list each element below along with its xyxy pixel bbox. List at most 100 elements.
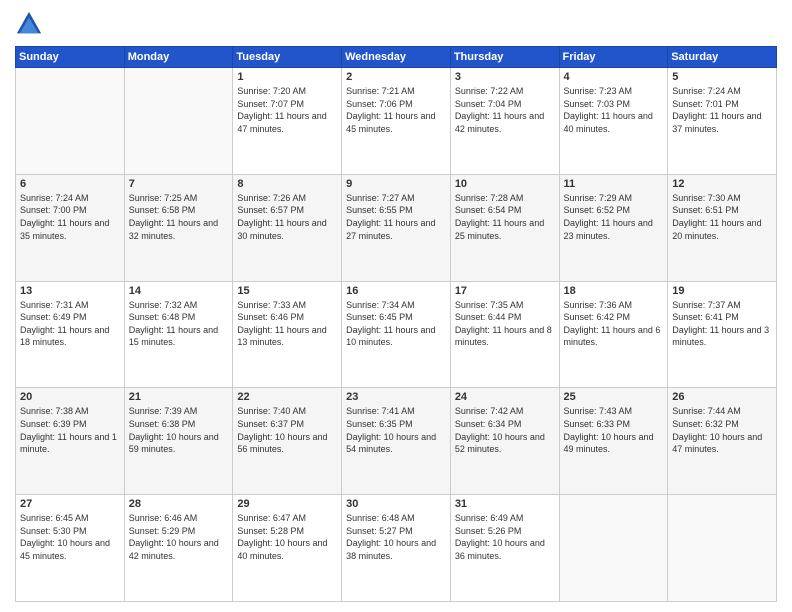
day-number: 6	[20, 178, 120, 190]
calendar-cell: 8Sunrise: 7:26 AM Sunset: 6:57 PM Daylig…	[233, 174, 342, 281]
day-number: 27	[20, 498, 120, 510]
day-info: Sunrise: 6:48 AM Sunset: 5:27 PM Dayligh…	[346, 512, 446, 562]
day-number: 1	[237, 71, 337, 83]
calendar-header-friday: Friday	[559, 47, 668, 68]
day-number: 14	[129, 285, 229, 297]
day-number: 25	[564, 391, 664, 403]
calendar-cell: 9 Sunrise: 7:27 AM Sunset: 6:55 PM Daylig…	[342, 174, 451, 281]
calendar-cell: 19 Sunrise: 7:37 AM Sunset: 6:41 PM Dayli…	[668, 281, 777, 388]
calendar-cell: 21Sunrise: 7:39 AM Sunset: 6:38 PM Dayli…	[124, 388, 233, 495]
calendar-week-3: 20 Sunrise: 7:38 AM Sunset: 6:39 PM Dayli…	[16, 388, 777, 495]
day-info: Sunrise: 6:45 AM Sunset: 5:30 PM Dayligh…	[20, 512, 120, 562]
day-number: 21	[129, 391, 229, 403]
day-info: Sunrise: 7:26 AM Sunset: 6:57 PM Dayligh…	[237, 192, 337, 242]
calendar-cell	[16, 68, 125, 175]
calendar-cell: 11 Sunrise: 7:29 AM Sunset: 6:52 PM Dayli…	[559, 174, 668, 281]
calendar-cell: 7 Sunrise: 7:25 AM Sunset: 6:58 PM Daylig…	[124, 174, 233, 281]
calendar-cell: 27 Sunrise: 6:45 AM Sunset: 5:30 PM Dayli…	[16, 495, 125, 602]
calendar-cell	[559, 495, 668, 602]
calendar-header-tuesday: Tuesday	[233, 47, 342, 68]
day-number: 2	[346, 71, 446, 83]
calendar-cell: 18 Sunrise: 7:36 AM Sunset: 6:42 PM Dayli…	[559, 281, 668, 388]
day-info: Sunrise: 7:24 AM Sunset: 7:01 PM Dayligh…	[672, 85, 772, 135]
calendar-cell: 20 Sunrise: 7:38 AM Sunset: 6:39 PM Dayli…	[16, 388, 125, 495]
page: SundayMondayTuesdayWednesdayThursdayFrid…	[0, 0, 792, 612]
calendar-cell: 13 Sunrise: 7:31 AM Sunset: 6:49 PM Dayli…	[16, 281, 125, 388]
calendar-cell: 23 Sunrise: 7:41 AM Sunset: 6:35 PM Dayli…	[342, 388, 451, 495]
day-number: 10	[455, 178, 555, 190]
logo	[15, 10, 47, 38]
day-info: Sunrise: 7:23 AM Sunset: 7:03 PM Dayligh…	[564, 85, 664, 135]
day-info: Sunrise: 7:30 AM Sunset: 6:51 PM Dayligh…	[672, 192, 772, 242]
day-info: Sunrise: 7:35 AM Sunset: 6:44 PM Dayligh…	[455, 299, 555, 349]
calendar-table: SundayMondayTuesdayWednesdayThursdayFrid…	[15, 46, 777, 602]
day-number: 19	[672, 285, 772, 297]
calendar-cell: 4 Sunrise: 7:23 AM Sunset: 7:03 PM Daylig…	[559, 68, 668, 175]
day-number: 7	[129, 178, 229, 190]
calendar-cell: 10 Sunrise: 7:28 AM Sunset: 6:54 PM Dayli…	[450, 174, 559, 281]
calendar-week-4: 27 Sunrise: 6:45 AM Sunset: 5:30 PM Dayli…	[16, 495, 777, 602]
calendar-header-row: SundayMondayTuesdayWednesdayThursdayFrid…	[16, 47, 777, 68]
day-number: 9	[346, 178, 446, 190]
calendar-header-wednesday: Wednesday	[342, 47, 451, 68]
day-number: 17	[455, 285, 555, 297]
day-info: Sunrise: 7:32 AM Sunset: 6:48 PM Dayligh…	[129, 299, 229, 349]
calendar-cell: 2 Sunrise: 7:21 AM Sunset: 7:06 PM Daylig…	[342, 68, 451, 175]
day-number: 22	[237, 391, 337, 403]
day-number: 24	[455, 391, 555, 403]
day-info: Sunrise: 7:28 AM Sunset: 6:54 PM Dayligh…	[455, 192, 555, 242]
day-info: Sunrise: 7:36 AM Sunset: 6:42 PM Dayligh…	[564, 299, 664, 349]
day-number: 15	[237, 285, 337, 297]
day-info: Sunrise: 7:38 AM Sunset: 6:39 PM Dayligh…	[20, 405, 120, 455]
calendar-cell: 17 Sunrise: 7:35 AM Sunset: 6:44 PM Dayli…	[450, 281, 559, 388]
day-info: Sunrise: 7:21 AM Sunset: 7:06 PM Dayligh…	[346, 85, 446, 135]
calendar-cell: 3 Sunrise: 7:22 AM Sunset: 7:04 PM Daylig…	[450, 68, 559, 175]
day-info: Sunrise: 7:22 AM Sunset: 7:04 PM Dayligh…	[455, 85, 555, 135]
calendar-cell: 16 Sunrise: 7:34 AM Sunset: 6:45 PM Dayli…	[342, 281, 451, 388]
calendar-cell: 6 Sunrise: 7:24 AM Sunset: 7:00 PM Daylig…	[16, 174, 125, 281]
day-info: Sunrise: 7:44 AM Sunset: 6:32 PM Dayligh…	[672, 405, 772, 455]
calendar-cell: 26Sunrise: 7:44 AM Sunset: 6:32 PM Dayli…	[668, 388, 777, 495]
calendar-cell: 31 Sunrise: 6:49 AM Sunset: 5:26 PM Dayli…	[450, 495, 559, 602]
day-number: 28	[129, 498, 229, 510]
calendar-header-thursday: Thursday	[450, 47, 559, 68]
day-number: 3	[455, 71, 555, 83]
calendar-week-1: 6 Sunrise: 7:24 AM Sunset: 7:00 PM Daylig…	[16, 174, 777, 281]
day-info: Sunrise: 6:49 AM Sunset: 5:26 PM Dayligh…	[455, 512, 555, 562]
day-info: Sunrise: 7:31 AM Sunset: 6:49 PM Dayligh…	[20, 299, 120, 349]
day-number: 20	[20, 391, 120, 403]
calendar-week-0: 1Sunrise: 7:20 AM Sunset: 7:07 PM Daylig…	[16, 68, 777, 175]
day-number: 31	[455, 498, 555, 510]
day-number: 5	[672, 71, 772, 83]
calendar-cell: 5 Sunrise: 7:24 AM Sunset: 7:01 PM Daylig…	[668, 68, 777, 175]
calendar-cell: 24 Sunrise: 7:42 AM Sunset: 6:34 PM Dayli…	[450, 388, 559, 495]
day-number: 11	[564, 178, 664, 190]
day-info: Sunrise: 7:40 AM Sunset: 6:37 PM Dayligh…	[237, 405, 337, 455]
day-number: 23	[346, 391, 446, 403]
calendar-cell	[668, 495, 777, 602]
calendar-week-2: 13 Sunrise: 7:31 AM Sunset: 6:49 PM Dayli…	[16, 281, 777, 388]
day-info: Sunrise: 7:42 AM Sunset: 6:34 PM Dayligh…	[455, 405, 555, 455]
day-info: Sunrise: 7:41 AM Sunset: 6:35 PM Dayligh…	[346, 405, 446, 455]
calendar-cell: 14 Sunrise: 7:32 AM Sunset: 6:48 PM Dayli…	[124, 281, 233, 388]
day-info: Sunrise: 7:29 AM Sunset: 6:52 PM Dayligh…	[564, 192, 664, 242]
calendar-cell: 15 Sunrise: 7:33 AM Sunset: 6:46 PM Dayli…	[233, 281, 342, 388]
day-number: 18	[564, 285, 664, 297]
calendar-cell: 12 Sunrise: 7:30 AM Sunset: 6:51 PM Dayli…	[668, 174, 777, 281]
calendar-cell: 1Sunrise: 7:20 AM Sunset: 7:07 PM Daylig…	[233, 68, 342, 175]
logo-icon	[15, 10, 43, 38]
day-number: 13	[20, 285, 120, 297]
day-number: 12	[672, 178, 772, 190]
calendar-cell: 22 Sunrise: 7:40 AM Sunset: 6:37 PM Dayli…	[233, 388, 342, 495]
day-info: Sunrise: 7:37 AM Sunset: 6:41 PM Dayligh…	[672, 299, 772, 349]
day-info: Sunrise: 7:34 AM Sunset: 6:45 PM Dayligh…	[346, 299, 446, 349]
calendar-cell: 25Sunrise: 7:43 AM Sunset: 6:33 PM Dayli…	[559, 388, 668, 495]
day-info: Sunrise: 7:25 AM Sunset: 6:58 PM Dayligh…	[129, 192, 229, 242]
day-number: 16	[346, 285, 446, 297]
day-info: Sunrise: 7:33 AM Sunset: 6:46 PM Dayligh…	[237, 299, 337, 349]
day-info: Sunrise: 7:27 AM Sunset: 6:55 PM Dayligh…	[346, 192, 446, 242]
day-number: 29	[237, 498, 337, 510]
day-info: Sunrise: 7:24 AM Sunset: 7:00 PM Dayligh…	[20, 192, 120, 242]
day-number: 4	[564, 71, 664, 83]
calendar-cell	[124, 68, 233, 175]
